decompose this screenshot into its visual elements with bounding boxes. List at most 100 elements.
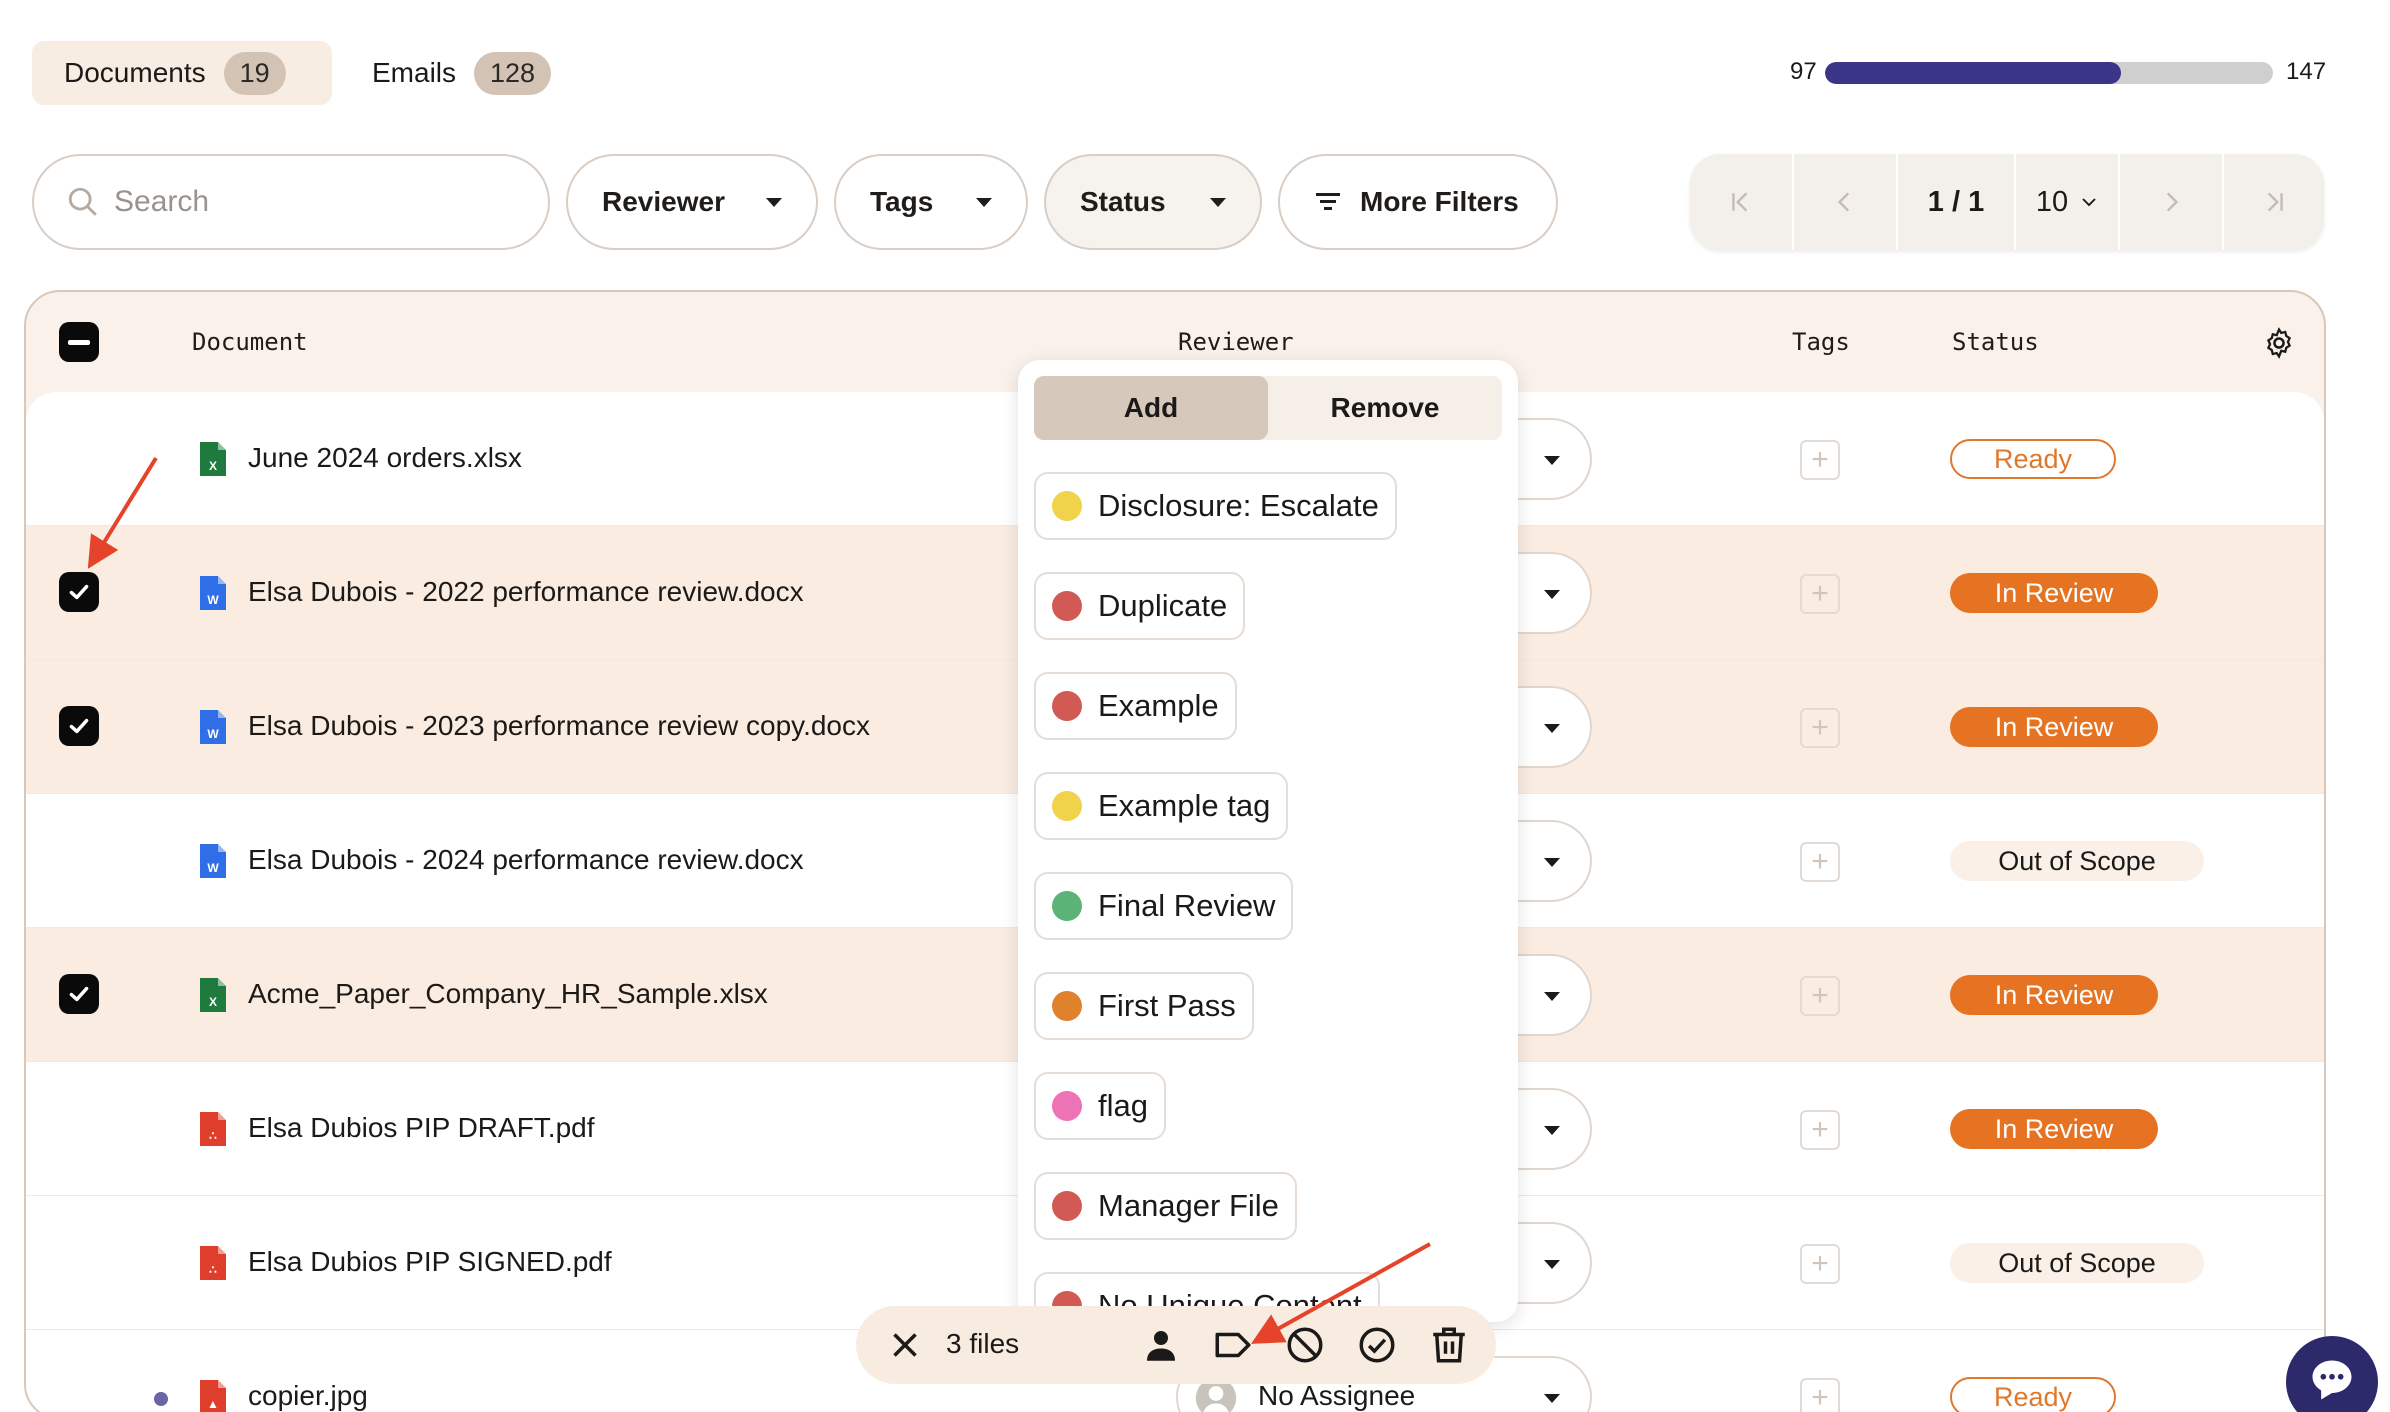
add-tag-button[interactable]: + [1800, 440, 1840, 480]
document-name[interactable]: copier.jpg [248, 1380, 368, 1412]
next-page-button[interactable] [2120, 154, 2224, 250]
status-badge[interactable]: Out of Scope [1950, 1243, 2204, 1283]
column-header-tags: Tags [1792, 328, 1850, 356]
tag-option-label: Duplicate [1098, 588, 1228, 623]
tag-option[interactable]: flag [1034, 1072, 1166, 1140]
status-badge[interactable]: In Review [1950, 1109, 2158, 1149]
chevron-down-icon [1210, 197, 1226, 207]
tag-option-label: First Pass [1098, 988, 1236, 1023]
tags-filter[interactable]: Tags [834, 154, 1028, 250]
close-icon[interactable] [884, 1324, 926, 1366]
chevron-right-icon [2166, 192, 2179, 212]
status-badge[interactable]: Out of Scope [1950, 841, 2204, 881]
tag-color-dot [1052, 491, 1082, 521]
filter-icon [1316, 193, 1340, 210]
search-icon [68, 187, 97, 216]
documents-count-badge: 19 [223, 51, 286, 95]
document-name[interactable]: Elsa Dubois - 2023 performance review co… [248, 710, 870, 742]
app-root: { "tabs":[{"label":"Documents","count":"… [0, 0, 2390, 1412]
document-name[interactable]: Elsa Dubois - 2024 performance review.do… [248, 844, 804, 876]
tag-option[interactable]: First Pass [1034, 972, 1254, 1040]
tag-option-label: Example [1098, 688, 1219, 723]
tab-emails[interactable]: Emails 128 [340, 41, 580, 105]
add-tag-button[interactable]: + [1800, 976, 1840, 1016]
svg-text:▲: ▲ [207, 1397, 219, 1411]
status-badge[interactable]: In Review [1950, 707, 2158, 747]
pdf-file-icon: ∴ [198, 1244, 228, 1282]
tag-option[interactable]: Duplicate [1034, 572, 1246, 640]
svg-text:∴: ∴ [209, 1129, 217, 1143]
check-icon [69, 584, 89, 600]
tag-option-label: Disclosure: Escalate [1098, 488, 1379, 523]
progress-reviewed-count: 97 [1790, 58, 1817, 85]
check-circle-icon[interactable] [1356, 1324, 1398, 1366]
chevron-down-icon [766, 197, 782, 207]
tags-filter-label: Tags [870, 186, 934, 217]
xlsx-file-icon: X [198, 440, 228, 478]
xlsx-file-icon: X [198, 976, 228, 1014]
add-tag-button[interactable]: + [1800, 708, 1840, 748]
row-checkbox[interactable] [59, 974, 99, 1014]
status-filter-label: Status [1080, 186, 1166, 217]
svg-text:X: X [209, 995, 217, 1009]
emails-count-badge: 128 [474, 51, 552, 95]
select-all-checkbox[interactable] [59, 322, 99, 362]
out-of-scope-icon[interactable] [1284, 1324, 1326, 1366]
tag-option[interactable]: Disclosure: Escalate [1034, 472, 1397, 540]
page-size-select[interactable]: 10 [2016, 154, 2120, 250]
docx-file-icon: W [198, 708, 228, 746]
chevron-down-icon [1544, 724, 1560, 733]
prev-page-button[interactable] [1794, 154, 1898, 250]
document-name[interactable]: June 2024 orders.xlsx [248, 442, 522, 474]
add-tag-button[interactable]: + [1800, 1378, 1840, 1412]
gear-icon[interactable] [2262, 326, 2296, 360]
remove-tab[interactable]: Remove [1268, 376, 1502, 440]
jpg-file-icon: ▲ [198, 1378, 228, 1412]
document-name[interactable]: Elsa Dubios PIP DRAFT.pdf [248, 1112, 595, 1144]
first-page-button[interactable] [1690, 154, 1794, 250]
document-name[interactable]: Acme_Paper_Company_HR_Sample.xlsx [248, 978, 768, 1010]
tag-option[interactable]: Manager File [1034, 1172, 1297, 1240]
tag-color-dot [1052, 1191, 1082, 1221]
svg-text:W: W [207, 593, 219, 607]
status-badge[interactable]: Ready [1950, 439, 2116, 479]
status-badge[interactable]: Ready [1950, 1377, 2116, 1412]
add-tag-button[interactable]: + [1800, 842, 1840, 882]
add-tag-button[interactable]: + [1800, 574, 1840, 614]
chat-icon [2312, 1360, 2352, 1400]
docx-file-icon: W [198, 574, 228, 612]
tag-option[interactable]: Example tag [1034, 772, 1289, 840]
add-tag-button[interactable]: + [1800, 1110, 1840, 1150]
status-badge[interactable]: In Review [1950, 573, 2158, 613]
last-page-button[interactable] [2224, 154, 2324, 250]
tag-icon[interactable] [1212, 1324, 1254, 1366]
more-filters-button[interactable]: More Filters [1278, 154, 1558, 250]
tag-option[interactable]: Example [1034, 672, 1237, 740]
document-name[interactable]: Elsa Dubios PIP SIGNED.pdf [248, 1246, 612, 1278]
tab-documents[interactable]: Documents 19 [32, 41, 332, 105]
status-badge[interactable]: In Review [1950, 975, 2158, 1015]
tag-option-label: Example tag [1098, 788, 1271, 823]
add-tag-button[interactable]: + [1800, 1244, 1840, 1284]
add-tab[interactable]: Add [1034, 376, 1268, 440]
search-input[interactable]: Search [32, 154, 550, 250]
chevron-down-icon [1544, 992, 1560, 1001]
document-name[interactable]: Elsa Dubois - 2022 performance review.do… [248, 576, 804, 608]
tag-option[interactable]: Final Review [1034, 872, 1294, 940]
svg-text:∴: ∴ [209, 1263, 217, 1277]
unread-dot [154, 1392, 168, 1406]
help-chat-button[interactable] [2286, 1336, 2378, 1412]
tag-color-dot [1052, 891, 1082, 921]
tab-emails-label: Emails [372, 57, 457, 88]
column-header-document: Document [192, 328, 308, 356]
trash-icon[interactable] [1428, 1324, 1470, 1366]
assign-user-icon[interactable] [1140, 1324, 1182, 1366]
column-header-status: Status [1952, 328, 2039, 356]
chevron-down-icon [1544, 858, 1560, 867]
row-checkbox[interactable] [59, 706, 99, 746]
row-checkbox[interactable] [59, 572, 99, 612]
page-size-value: 10 [2035, 185, 2069, 218]
more-filters-label: More Filters [1360, 186, 1519, 217]
reviewer-filter[interactable]: Reviewer [566, 154, 818, 250]
status-filter[interactable]: Status [1044, 154, 1262, 250]
